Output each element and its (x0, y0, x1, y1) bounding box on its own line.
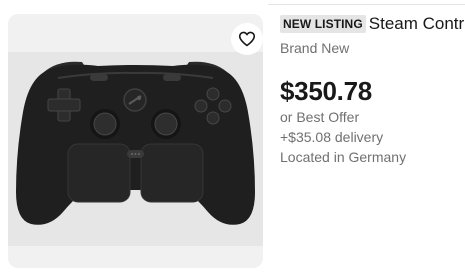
title-row[interactable]: NEW LISTING Steam Controller (280, 13, 465, 35)
listing-info: NEW LISTING Steam Controller Brand New $… (280, 13, 465, 165)
best-offer-text: or Best Offer (280, 109, 360, 125)
item-location: Located in Germany (280, 149, 407, 165)
controller-image (16, 61, 255, 225)
item-price: $350.78 (280, 76, 372, 106)
new-listing-badge: NEW LISTING (280, 15, 366, 33)
heart-icon (238, 31, 256, 47)
listing-title[interactable]: Steam Controller (369, 14, 465, 34)
delivery-cost: +$35.08 delivery (280, 129, 384, 145)
listing-image-card[interactable] (8, 14, 263, 268)
item-condition: Brand New (280, 40, 350, 56)
watchlist-button[interactable] (231, 23, 263, 55)
divider (268, 4, 465, 5)
product-photo[interactable] (8, 52, 263, 246)
